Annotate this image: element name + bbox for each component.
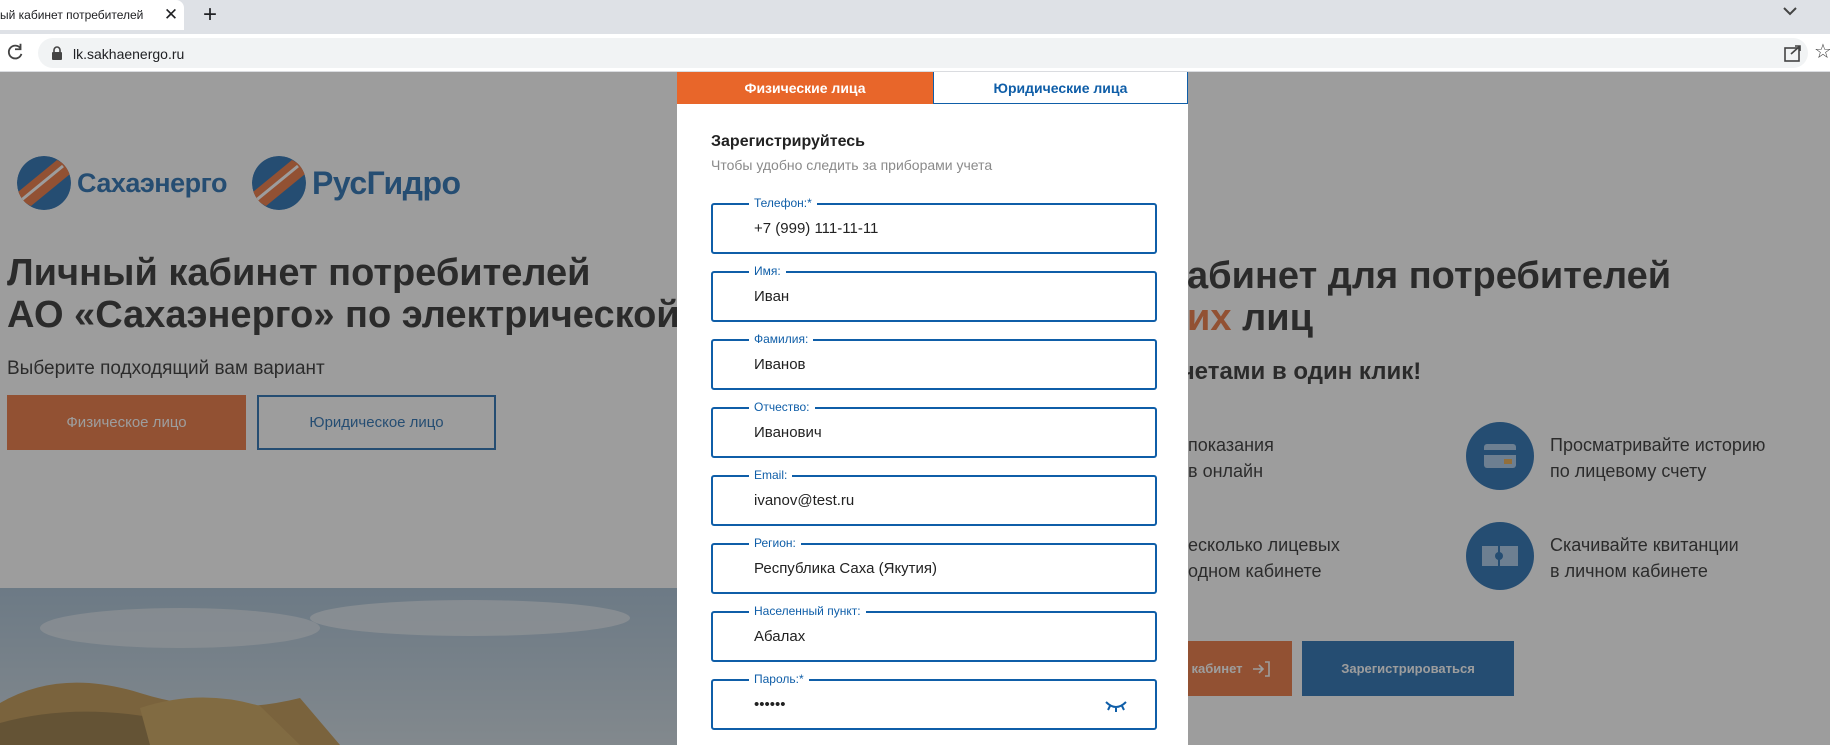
phone-label: Телефон:* [749,196,817,210]
region-label: Регион: [749,536,801,550]
password-label: Пароль:* [749,672,809,686]
modal-subtitle: Чтобы удобно следить за приборами учета [711,157,993,173]
last-name-input[interactable]: Иванов [754,356,1134,373]
password-field[interactable]: Пароль:* •••••• [711,672,1157,730]
patronymic-label: Отчество: [749,400,815,414]
email-field[interactable]: Email: ivanov@test.ru [711,468,1157,526]
first-name-input[interactable]: Иван [754,288,1134,305]
password-input[interactable]: •••••• [754,696,1134,713]
browser-tab-bar: ый кабинет потребителей ✕ + [0,0,1830,34]
lock-icon[interactable] [49,45,65,61]
email-input[interactable]: ivanov@test.ru [754,492,1134,509]
registration-modal: Физические лица Юридические лица Зарегис… [677,72,1188,745]
phone-input[interactable]: +7 (999) 111-11-11 [754,220,1134,237]
new-tab-icon[interactable]: + [198,2,222,28]
share-icon[interactable] [1782,42,1804,64]
eye-closed-icon[interactable] [1104,696,1128,714]
tab-legal-entities[interactable]: Юридические лица [933,72,1188,104]
locality-label: Населенный пункт: [749,604,866,618]
patronymic-input[interactable]: Иванович [754,424,1134,441]
tab-individuals[interactable]: Физические лица [677,72,933,104]
browser-tab[interactable]: ый кабинет потребителей ✕ [0,0,184,30]
first-name-field[interactable]: Имя: Иван [711,264,1157,322]
locality-field[interactable]: Населенный пункт: Абалах [711,604,1157,662]
locality-input[interactable]: Абалах [754,628,1134,645]
modal-title: Зарегистрируйтесь [711,133,865,150]
first-name-label: Имя: [749,264,786,278]
reload-icon[interactable] [4,40,26,64]
region-field[interactable]: Регион: Республика Саха (Якутия) [711,536,1157,594]
last-name-field[interactable]: Фамилия: Иванов [711,332,1157,390]
bookmark-star-icon[interactable]: ☆ [1814,40,1830,64]
address-bar[interactable]: lk.sakhaenergo.ru [38,38,1808,68]
email-label: Email: [749,468,793,482]
tab-close-icon[interactable]: ✕ [162,5,180,25]
last-name-label: Фамилия: [749,332,814,346]
page-content: Сахаэнерго РусГидро Личный кабинет потре… [0,72,1830,745]
patronymic-field[interactable]: Отчество: Иванович [711,400,1157,458]
tab-title: ый кабинет потребителей [0,8,144,22]
url-text[interactable]: lk.sakhaenergo.ru [73,46,184,62]
region-input[interactable]: Республика Саха (Якутия) [754,560,1134,577]
phone-field[interactable]: Телефон:* +7 (999) 111-11-11 [711,196,1157,254]
browser-toolbar: lk.sakhaenergo.ru ☆ [0,34,1830,72]
chevron-down-icon[interactable] [1780,1,1800,21]
